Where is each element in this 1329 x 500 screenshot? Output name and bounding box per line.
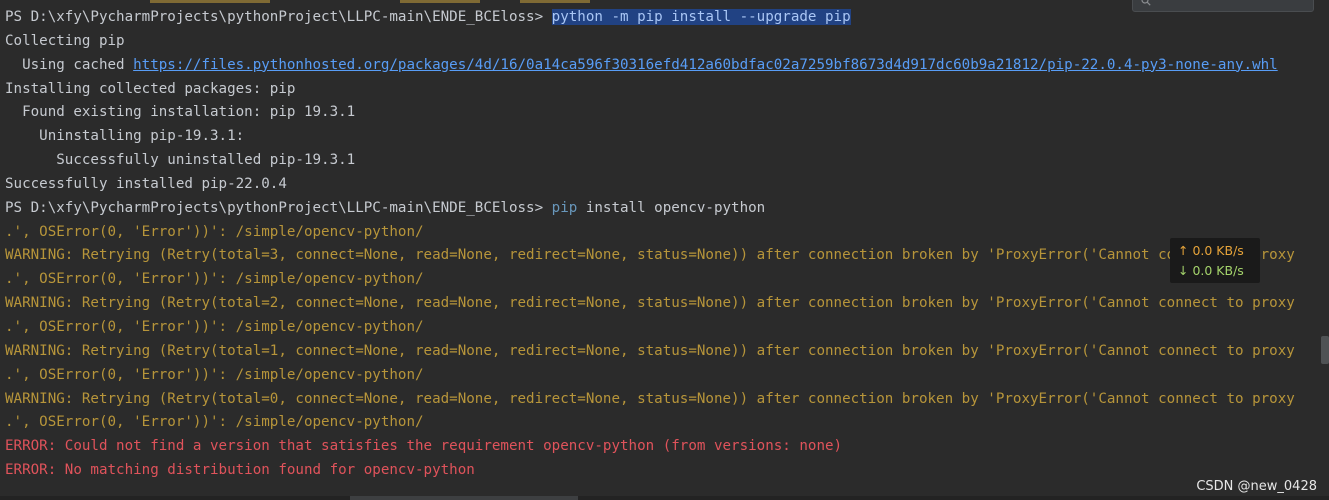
vertical-scrollbar-thumb[interactable] xyxy=(1321,336,1329,364)
network-speed-widget[interactable]: ↑ 0.0 KB/s ↓ 0.0 KB/s xyxy=(1170,238,1260,283)
output-line: Uninstalling pip-19.3.1: xyxy=(5,128,245,145)
selected-command[interactable]: python -m pip install --upgrade pip xyxy=(551,9,851,25)
error-line: ERROR: No matching distribution found fo… xyxy=(5,462,475,479)
prompt-path: PS D:\xfy\PycharmProjects\pythonProject\… xyxy=(5,199,552,216)
error-line: ERROR: Could not find a version that sat… xyxy=(5,438,843,455)
warning-line: .', OSError(0, 'Error'))': /simple/openc… xyxy=(5,271,424,288)
command-keyword: pip xyxy=(551,199,578,216)
output-text: Using cached xyxy=(5,56,134,73)
output-line: Using cached https://files.pythonhosted.… xyxy=(5,54,1295,78)
previous-output-fragment xyxy=(0,0,1329,3)
warning-line: WARNING: Retrying (Retry(total=0, connec… xyxy=(5,390,1295,407)
horizontal-scrollbar[interactable] xyxy=(0,496,1329,500)
warning-line: .', OSError(0, 'Error'))': /simple/openc… xyxy=(5,223,424,240)
output-line: Successfully installed pip-22.0.4 xyxy=(5,175,287,192)
download-speed: ↓ 0.0 KB/s xyxy=(1178,263,1244,278)
output-line: Found existing installation: pip 19.3.1 xyxy=(5,104,356,121)
output-line: Collecting pip xyxy=(5,32,125,49)
prompt-line: PS D:\xfy\PycharmProjects\pythonProject\… xyxy=(5,197,1295,221)
output-line: Installing collected packages: pip xyxy=(5,80,296,97)
warning-line: .', OSError(0, 'Error'))': /simple/openc… xyxy=(5,318,424,335)
terminal-window[interactable]: PS D:\xfy\PycharmProjects\pythonProject\… xyxy=(0,0,1329,500)
prompt-line: PS D:\xfy\PycharmProjects\pythonProject\… xyxy=(5,6,1295,30)
warning-line: WARNING: Retrying (Retry(total=3, connec… xyxy=(5,247,1295,264)
warning-line: .', OSError(0, 'Error'))': /simple/openc… xyxy=(5,414,424,431)
warning-line: WARNING: Retrying (Retry(total=1, connec… xyxy=(5,342,1295,359)
output-line: Successfully uninstalled pip-19.3.1 xyxy=(5,152,356,169)
horizontal-scrollbar-thumb[interactable] xyxy=(350,496,578,500)
upload-speed: ↑ 0.0 KB/s xyxy=(1178,243,1244,258)
watermark: CSDN @new_0428 xyxy=(1196,479,1317,494)
command-args: install opencv-python xyxy=(577,199,766,216)
prompt-path: PS D:\xfy\PycharmProjects\pythonProject\… xyxy=(5,9,552,25)
warning-line: .', OSError(0, 'Error'))': /simple/openc… xyxy=(5,366,424,383)
terminal-output: PS D:\xfy\PycharmProjects\pythonProject\… xyxy=(5,6,1295,483)
warning-line: WARNING: Retrying (Retry(total=2, connec… xyxy=(5,295,1295,312)
package-url-link[interactable]: https://files.pythonhosted.org/packages/… xyxy=(133,57,1278,73)
